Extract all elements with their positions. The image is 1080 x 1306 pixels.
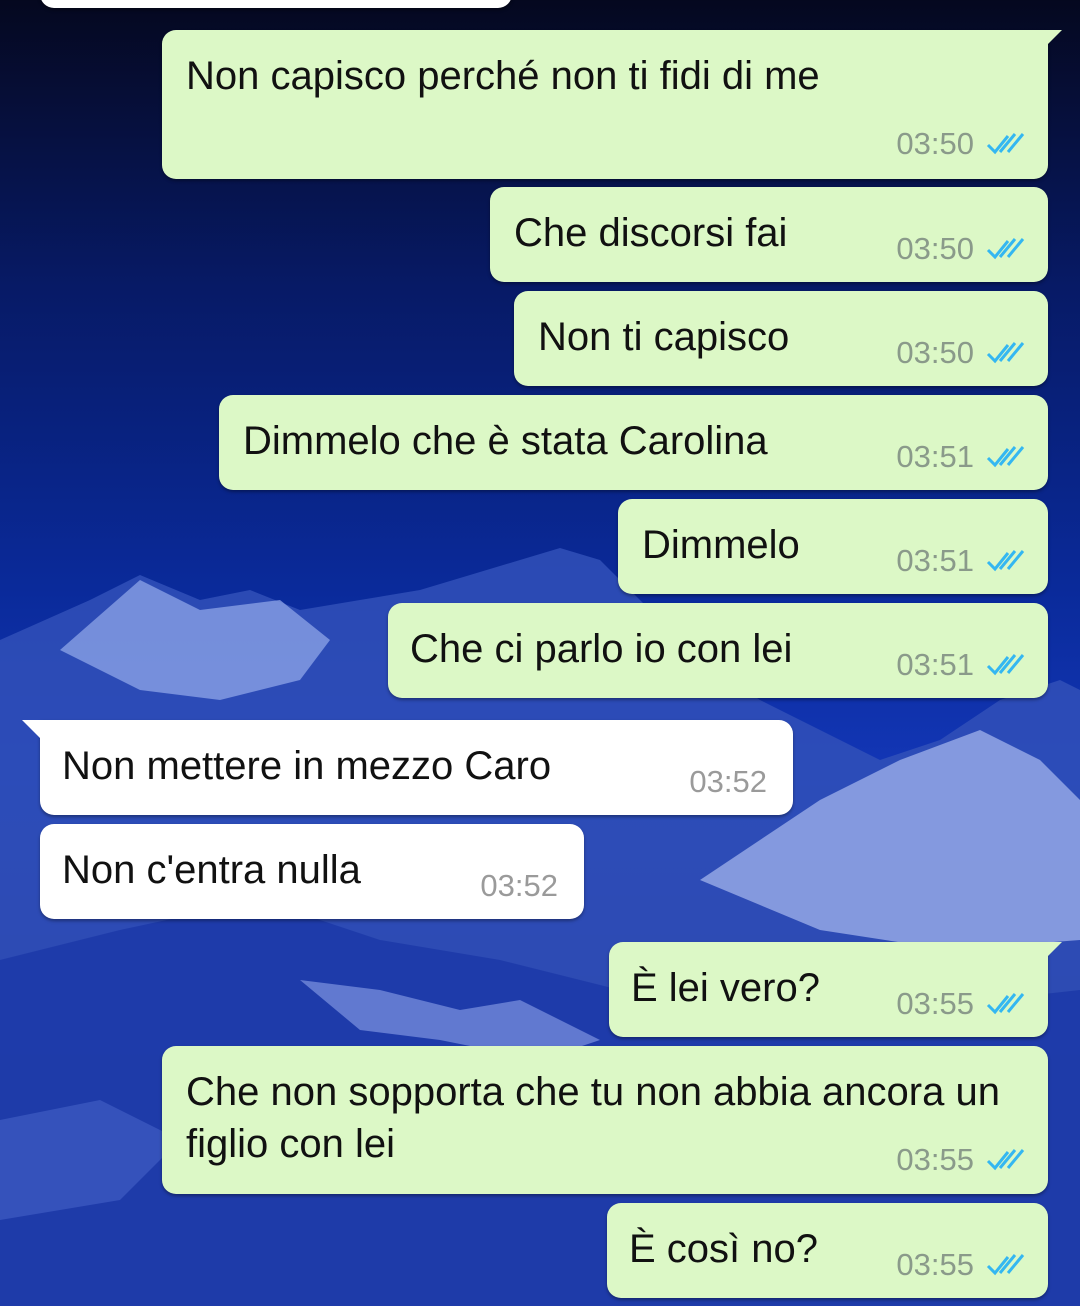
bubble-tail <box>1036 942 1062 968</box>
message-text: È così no? <box>629 1227 819 1271</box>
message-time: 03:51 <box>896 543 974 578</box>
message-meta: 03:50 <box>896 231 1026 267</box>
message-time: 03:50 <box>896 231 974 266</box>
double-check-read-icon <box>986 1254 1025 1276</box>
message-bubble-incoming[interactable]: Non mettere in mezzo Caro 03:52 <box>22 720 793 815</box>
message-meta: 03:51 <box>896 543 1026 579</box>
message-text: Non capisco perché non ti fidi di me <box>186 54 820 98</box>
message-meta: 03:55 <box>896 1142 1026 1178</box>
message-time: 03:50 <box>896 335 974 370</box>
message-bubble-outgoing[interactable]: Non ti capisco 03:50 <box>514 291 1048 386</box>
message-meta: 03:51 <box>896 439 1026 475</box>
message-meta: 03:50 <box>896 335 1026 371</box>
message-meta: 03:55 <box>896 1247 1026 1283</box>
bubble-tail <box>22 720 48 746</box>
double-check-read-icon <box>986 550 1025 572</box>
double-check-read-icon <box>986 133 1025 155</box>
double-check-read-icon <box>986 446 1025 468</box>
message-text: Che ci parlo io con lei <box>410 627 793 671</box>
double-check-read-icon <box>986 654 1025 676</box>
message-meta: 03:52 <box>689 764 767 800</box>
bubble-tail <box>1036 30 1062 56</box>
message-meta: 03:55 <box>896 986 1026 1022</box>
message-bubble-outgoing[interactable]: Dimmelo 03:51 <box>618 499 1048 594</box>
message-bubble-outgoing[interactable]: Che ci parlo io con lei 03:51 <box>388 603 1048 698</box>
message-meta: 03:51 <box>896 647 1026 683</box>
double-check-read-icon <box>986 993 1025 1015</box>
message-bubble-incoming[interactable]: Non c'entra nulla 03:52 <box>40 824 584 919</box>
double-check-read-icon <box>986 342 1025 364</box>
message-bubble-outgoing[interactable]: È così no? 03:55 <box>607 1203 1048 1298</box>
message-bubble-outgoing[interactable]: Che non sopporta che tu non abbia ancora… <box>162 1046 1048 1194</box>
message-time: 03:52 <box>480 868 558 903</box>
message-bubble-outgoing[interactable]: Non capisco perché non ti fidi di me 03:… <box>162 30 1062 179</box>
message-time: 03:55 <box>896 986 974 1021</box>
message-text: Dimmelo che è stata Carolina <box>243 419 768 463</box>
message-time: 03:55 <box>896 1247 974 1282</box>
message-time: 03:51 <box>896 647 974 682</box>
message-bubble-outgoing[interactable]: È lei vero? 03:55 <box>609 942 1062 1037</box>
message-time: 03:51 <box>896 439 974 474</box>
message-time: 03:52 <box>689 764 767 799</box>
message-text: Non mettere in mezzo Caro <box>62 744 552 788</box>
message-text: Non c'entra nulla <box>62 848 361 892</box>
message-bubble-outgoing[interactable]: Dimmelo che è stata Carolina 03:51 <box>219 395 1048 490</box>
message-meta: 03:50 <box>896 126 1026 162</box>
message-text: Che discorsi fai <box>514 211 788 255</box>
message-text: Non ti capisco <box>538 315 790 359</box>
message-text: È lei vero? <box>631 966 820 1010</box>
message-bubble-partial <box>40 0 512 8</box>
double-check-read-icon <box>986 238 1025 260</box>
message-text: Dimmelo <box>642 523 800 567</box>
message-time: 03:55 <box>896 1142 974 1177</box>
message-bubble-outgoing[interactable]: Che discorsi fai 03:50 <box>490 187 1048 282</box>
double-check-read-icon <box>986 1149 1025 1171</box>
message-meta: 03:52 <box>480 868 558 904</box>
message-time: 03:50 <box>896 126 974 161</box>
